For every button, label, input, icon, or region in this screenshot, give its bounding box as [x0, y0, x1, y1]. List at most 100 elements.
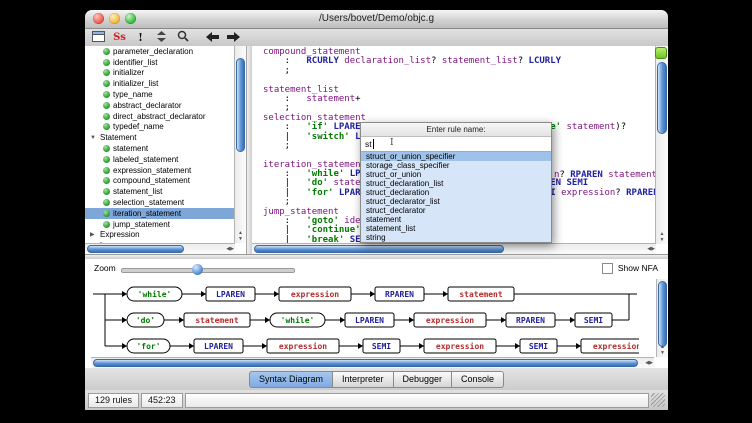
- svg-text:'for': 'for': [136, 342, 160, 351]
- tab-interpreter[interactable]: Interpreter: [333, 371, 394, 388]
- tree-rule-item[interactable]: selection_statement: [85, 197, 235, 208]
- rule-icon: [103, 188, 110, 195]
- diagram-vertical-scrollbar[interactable]: ▲▼: [656, 279, 668, 357]
- scrollbar-thumb[interactable]: [254, 245, 504, 253]
- show-nfa-checkbox[interactable]: [602, 263, 613, 274]
- tree-item-label: Expression: [100, 230, 140, 239]
- rule-suggestion-item[interactable]: statement_list: [361, 224, 551, 233]
- close-button[interactable]: [93, 13, 104, 24]
- tree-rule-item[interactable]: parameter_declaration: [85, 46, 235, 57]
- rule-suggestion-item[interactable]: struct_or_union_specifier: [361, 152, 551, 161]
- resize-grip[interactable]: [651, 393, 665, 407]
- back-button[interactable]: [204, 31, 221, 45]
- tree-item-label: labeled_statement: [113, 155, 178, 164]
- tree-rule-item[interactable]: initializer: [85, 68, 235, 79]
- svg-text:'while': 'while': [281, 315, 315, 325]
- scrollbar-thumb[interactable]: [236, 58, 245, 152]
- scrollbar-thumb[interactable]: [87, 245, 184, 253]
- tree-rule-item[interactable]: type_name: [85, 89, 235, 100]
- tree-group-item[interactable]: ▶Expression: [85, 230, 235, 241]
- zoom-window-button[interactable]: [125, 13, 136, 24]
- tree-horizontal-scrollbar[interactable]: ◀▶: [85, 243, 235, 254]
- search-icon: [177, 29, 189, 47]
- zoom-slider-knob[interactable]: [192, 264, 203, 275]
- svg-text:RPAREN: RPAREN: [516, 316, 545, 325]
- tree-rule-item[interactable]: identifier_list: [85, 57, 235, 68]
- console-window-icon: [92, 29, 105, 47]
- rule-icon: [103, 167, 110, 174]
- scrollbar-thumb[interactable]: [658, 281, 667, 347]
- rule-icon: [103, 210, 110, 217]
- tab-debugger[interactable]: Debugger: [394, 371, 453, 388]
- scrollbar-arrows[interactable]: ▲▼: [656, 231, 668, 243]
- tabs-group: Syntax DiagramInterpreterDebuggerConsole: [249, 371, 504, 388]
- scrollbar-arrows[interactable]: ▲▼: [235, 230, 246, 242]
- tree-rule-item[interactable]: statement: [85, 143, 235, 154]
- tree-item-label: direct_abstract_declarator: [113, 112, 206, 121]
- scrollbar-arrows[interactable]: ◀▶: [645, 359, 653, 367]
- tree-rule-item[interactable]: iteration_statement: [85, 208, 235, 219]
- diagram-horizontal-scrollbar[interactable]: ◀▶: [91, 357, 654, 368]
- tree-item-label: parameter_declaration: [113, 47, 193, 56]
- rule-suggestion-item[interactable]: string: [361, 233, 551, 242]
- status-bar: 129 rules 452:23: [85, 390, 668, 410]
- scrollbar-arrows[interactable]: ◀▶: [226, 245, 234, 253]
- scrollbar-arrows[interactable]: ◀▶: [647, 245, 655, 253]
- tree-rule-item[interactable]: typedef_name: [85, 122, 235, 133]
- window-title: /Users/bovet/Demo/objc.g: [85, 10, 668, 27]
- editor-vertical-scrollbar[interactable]: ▲▼: [655, 46, 668, 244]
- tree-item-label: identifier_list: [113, 58, 157, 67]
- scrollbar-arrows[interactable]: ▲▼: [657, 344, 668, 356]
- tree-rule-item[interactable]: initializer_list: [85, 78, 235, 89]
- rule-icon: [103, 48, 110, 55]
- rule-suggestion-item[interactable]: struct_declaration: [361, 188, 551, 197]
- find-button[interactable]: [174, 31, 191, 45]
- console-window-button[interactable]: [90, 31, 107, 45]
- rule-name-input[interactable]: st I: [361, 137, 551, 152]
- rule-suggestion-item[interactable]: struct_declarator_list: [361, 197, 551, 206]
- tree-rule-item[interactable]: abstract_declarator: [85, 100, 235, 111]
- minimize-button[interactable]: [109, 13, 120, 24]
- sort-rules-button[interactable]: [153, 31, 170, 45]
- scrollbar-thumb[interactable]: [93, 359, 638, 367]
- ibeam-cursor: I: [390, 138, 394, 148]
- rule-icon: [103, 123, 110, 130]
- tree-item-label: abstract_declarator: [113, 101, 181, 110]
- traffic-lights: [93, 13, 136, 24]
- split-toggle-button[interactable]: [655, 47, 667, 59]
- title-bar[interactable]: /Users/bovet/Demo/objc.g: [85, 10, 668, 29]
- tree-item-label: Statement: [100, 133, 136, 142]
- tree-item-label: type_name: [113, 90, 153, 99]
- status-message-area: [185, 393, 649, 408]
- tree-rule-item[interactable]: labeled_statement: [85, 154, 235, 165]
- tree-item-label: typedef_name: [113, 122, 164, 131]
- tree-group-item[interactable]: ▼Statement: [85, 132, 235, 143]
- triangle-closed-icon: ▶: [90, 231, 97, 238]
- zoom-slider[interactable]: [121, 268, 295, 273]
- rule-count: 129 rules: [88, 393, 139, 408]
- scrollbar-thumb[interactable]: [657, 62, 667, 134]
- railroad-diagram[interactable]: 'while'LPARENexpressionRPARENstatement'd…: [91, 279, 639, 361]
- rule-suggestion-item[interactable]: struct_declaration_list: [361, 179, 551, 188]
- rule-icon: [103, 221, 110, 228]
- svg-text:LPAREN: LPAREN: [355, 316, 384, 325]
- rule-suggestion-item[interactable]: statement: [361, 215, 551, 224]
- rule-suggestion-item[interactable]: struct_declarator: [361, 206, 551, 215]
- tree-vertical-scrollbar[interactable]: ▲▼: [234, 46, 246, 243]
- editor-horizontal-scrollbar[interactable]: ◀▶: [252, 243, 656, 254]
- tree-rule-item[interactable]: statement_list: [85, 186, 235, 197]
- tree-rule-item[interactable]: jump_statement: [85, 219, 235, 230]
- rule-icon: [103, 145, 110, 152]
- rule-suggestion-item[interactable]: storage_class_specifier: [361, 161, 551, 170]
- tree-item-label: statement_list: [113, 187, 162, 196]
- case-sensitive-button[interactable]: Ss: [111, 31, 128, 45]
- rule-icon: [103, 59, 110, 66]
- tree-rule-item[interactable]: expression_statement: [85, 165, 235, 176]
- forward-button[interactable]: [225, 31, 242, 45]
- tree-rule-item[interactable]: compound_statement: [85, 176, 235, 187]
- tab-console[interactable]: Console: [452, 371, 504, 388]
- rule-suggestion-item[interactable]: struct_or_union: [361, 170, 551, 179]
- tab-syntax-diagram[interactable]: Syntax Diagram: [249, 371, 333, 388]
- tree-rule-item[interactable]: direct_abstract_declarator: [85, 111, 235, 122]
- check-grammar-button[interactable]: !: [132, 31, 149, 45]
